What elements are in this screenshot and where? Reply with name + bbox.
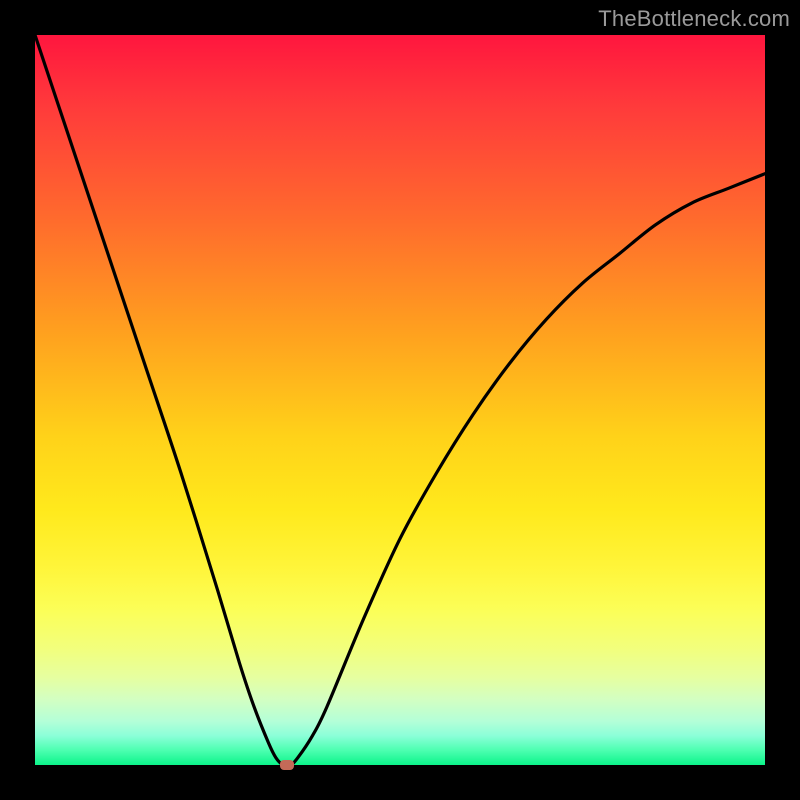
bottleneck-marker	[280, 760, 294, 770]
watermark-text: TheBottleneck.com	[598, 6, 790, 32]
bottleneck-curve	[35, 35, 765, 765]
curve-svg	[35, 35, 765, 765]
chart-frame: TheBottleneck.com	[0, 0, 800, 800]
plot-area	[35, 35, 765, 765]
